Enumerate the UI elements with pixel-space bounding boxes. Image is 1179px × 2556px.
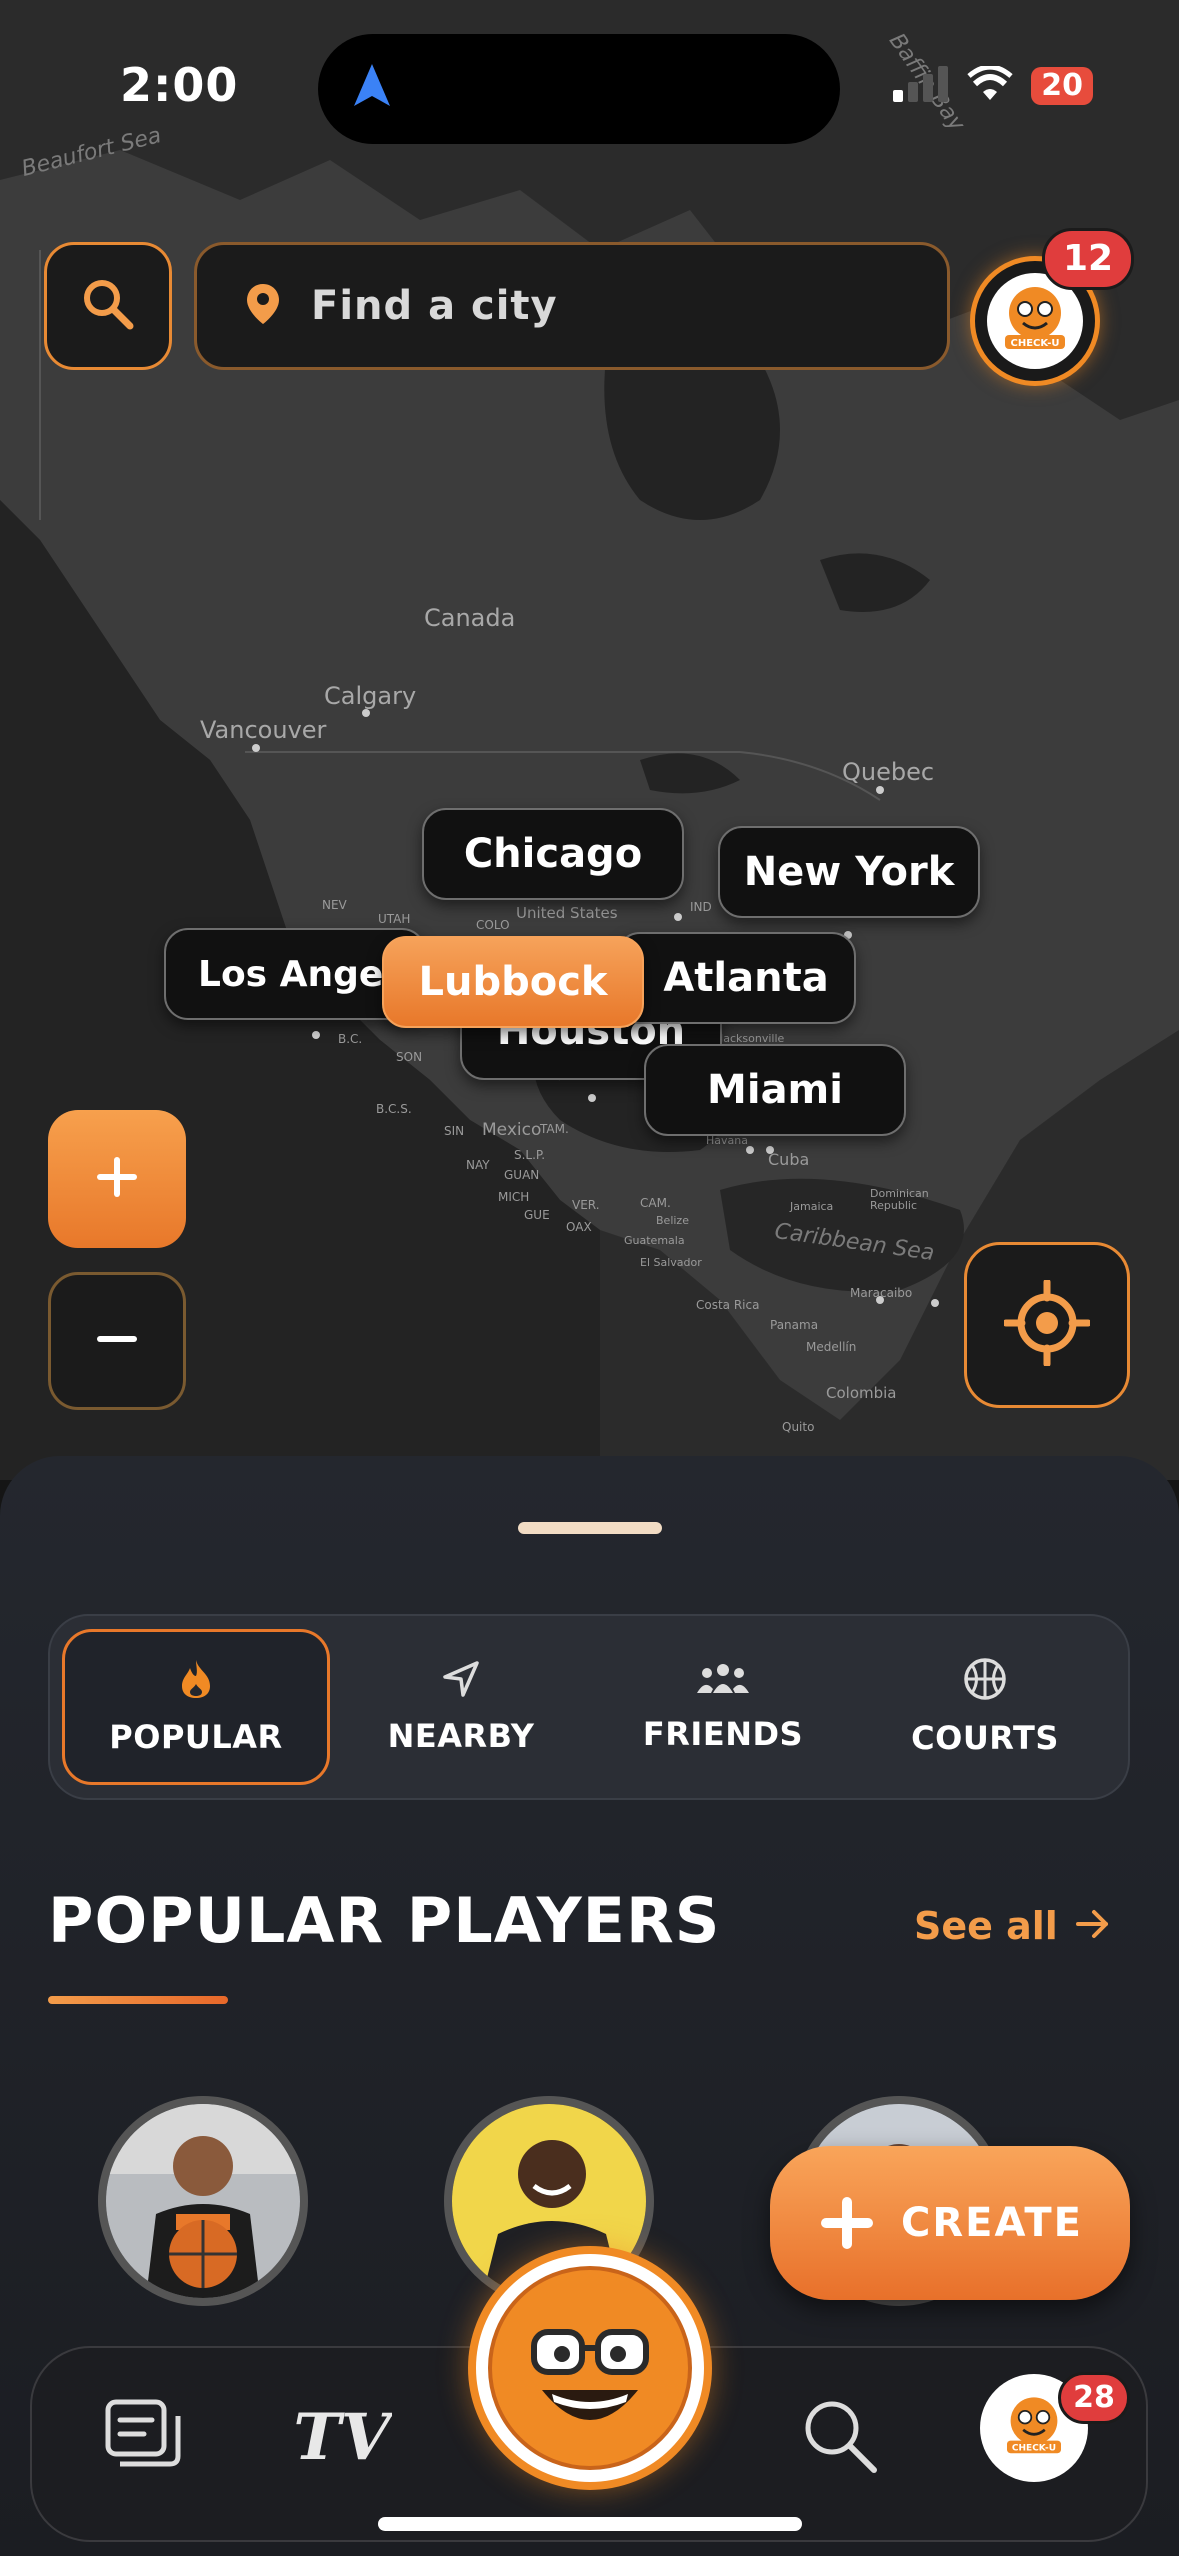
map-label-elsalvador: El Salvador bbox=[640, 1256, 702, 1269]
minus-icon bbox=[93, 1315, 141, 1367]
map-label-bc: B.C. bbox=[338, 1032, 363, 1046]
tab-courts-label: COURTS bbox=[911, 1719, 1059, 1757]
cellular-signal-icon bbox=[893, 66, 949, 106]
tab-feed[interactable] bbox=[84, 2378, 204, 2498]
city-pill-miami[interactable]: Miami bbox=[644, 1044, 906, 1136]
category-tabs: POPULAR NEARBY FRIENDS COURTS bbox=[48, 1614, 1130, 1800]
city-pill-chicago[interactable]: Chicago bbox=[422, 808, 684, 900]
tab-search[interactable] bbox=[780, 2378, 900, 2498]
map-label-medellin: Medellín bbox=[806, 1340, 857, 1354]
home-indicator bbox=[378, 2517, 802, 2531]
location-pin-icon bbox=[245, 282, 281, 330]
map-label-canada: Canada bbox=[424, 604, 516, 632]
map-label-colombia: Colombia bbox=[826, 1384, 897, 1402]
map-label-son: SON bbox=[396, 1050, 423, 1064]
map-label-colo: COLO bbox=[476, 918, 510, 932]
tab-popular-label: POPULAR bbox=[109, 1718, 283, 1756]
map-label-utah: UTAH bbox=[378, 912, 411, 926]
city-pill-new-york[interactable]: New York bbox=[718, 826, 980, 918]
map-label-ind: IND bbox=[690, 900, 712, 914]
status-icons: 20 bbox=[893, 64, 1093, 106]
see-all-link[interactable]: See all bbox=[914, 1904, 1110, 1948]
plus-icon bbox=[93, 1153, 141, 1205]
search-button[interactable] bbox=[44, 242, 172, 370]
map-label-us: United States bbox=[516, 904, 618, 922]
see-all-label: See all bbox=[914, 1904, 1058, 1948]
map-label-nev: NEV bbox=[322, 898, 347, 912]
zoom-out-button[interactable] bbox=[48, 1272, 186, 1410]
city-search-field[interactable]: Find a city bbox=[194, 242, 950, 370]
notification-badge: 12 bbox=[1042, 228, 1134, 290]
battery-indicator: 20 bbox=[1031, 67, 1093, 105]
player-avatar-1[interactable] bbox=[98, 2096, 308, 2306]
dynamic-island bbox=[318, 34, 840, 144]
tab-courts[interactable]: COURTS bbox=[854, 1629, 1116, 1785]
map-label-jamaica: Jamaica bbox=[790, 1200, 834, 1213]
tab-nearby-label: NEARBY bbox=[387, 1717, 535, 1755]
search-icon bbox=[800, 2396, 880, 2480]
map-label-oax: OAX bbox=[566, 1220, 592, 1234]
tab-tv[interactable]: TV bbox=[282, 2378, 402, 2498]
tv-icon: TV bbox=[292, 2399, 397, 2477]
map-label-mich: MICH bbox=[498, 1190, 530, 1204]
map-label-quebec: Quebec bbox=[842, 758, 935, 786]
city-pill-lubbock[interactable]: Lubbock bbox=[382, 936, 644, 1028]
map-label-calgary: Calgary bbox=[324, 682, 417, 710]
svg-text:CHECK-U: CHECK-U bbox=[1012, 2444, 1056, 2454]
locate-me-button[interactable] bbox=[964, 1242, 1130, 1408]
map-label-ver: VER. bbox=[572, 1198, 600, 1212]
wifi-icon bbox=[967, 64, 1013, 106]
status-time: 2:00 bbox=[120, 58, 239, 112]
tab-friends[interactable]: FRIENDS bbox=[592, 1629, 854, 1785]
basketball-icon bbox=[963, 1657, 1007, 1705]
map-label-slp: S.L.P. bbox=[514, 1148, 546, 1162]
group-icon bbox=[695, 1661, 751, 1701]
map-label-panama: Panama bbox=[770, 1318, 819, 1332]
section-title-underline bbox=[48, 1996, 228, 2004]
mascot-icon bbox=[488, 2266, 692, 2470]
tab-nearby[interactable]: NEARBY bbox=[330, 1629, 592, 1785]
map-label-gue: GUE bbox=[524, 1208, 550, 1222]
map-label-maracaibo: Maracaibo bbox=[850, 1286, 913, 1300]
flame-icon bbox=[178, 1658, 214, 1704]
zoom-in-button[interactable] bbox=[48, 1110, 186, 1248]
city-search-placeholder: Find a city bbox=[311, 283, 558, 329]
map-label-guatemala: Guatemala bbox=[624, 1234, 685, 1247]
city-pill-atlanta[interactable]: Atlanta bbox=[616, 932, 856, 1024]
map-label-cam: CAM. bbox=[640, 1196, 671, 1210]
navigation-arrow-icon bbox=[441, 1659, 481, 1703]
search-icon bbox=[80, 276, 136, 336]
tab-popular[interactable]: POPULAR bbox=[62, 1629, 330, 1785]
player-photo bbox=[106, 2104, 300, 2298]
map-label-nay: NAY bbox=[466, 1158, 490, 1172]
map-label-dominican: Dominican Republic bbox=[870, 1187, 929, 1212]
sheet-grabber[interactable] bbox=[518, 1522, 662, 1534]
map-label-cuba: Cuba bbox=[768, 1150, 810, 1169]
profile-notification-badge: 28 bbox=[1058, 2372, 1130, 2424]
map-label-quito: Quito bbox=[782, 1420, 815, 1434]
map-label-guan: GUAN bbox=[504, 1168, 540, 1182]
feed-icon bbox=[104, 2398, 184, 2478]
plus-icon bbox=[817, 2193, 877, 2253]
arrow-right-icon bbox=[1075, 1904, 1110, 1948]
tab-friends-label: FRIENDS bbox=[642, 1715, 804, 1753]
svg-text:CHECK-U: CHECK-U bbox=[1010, 338, 1059, 349]
location-arrow-icon bbox=[350, 62, 394, 114]
map-label-vancouver: Vancouver bbox=[200, 716, 327, 744]
create-button-label: CREATE bbox=[901, 2200, 1083, 2246]
map-label-mexico: Mexico bbox=[482, 1120, 542, 1140]
section-title: POPULAR PLAYERS bbox=[48, 1884, 721, 1957]
map-label-sin: SIN bbox=[444, 1124, 465, 1138]
center-mascot-button[interactable] bbox=[468, 2246, 712, 2490]
create-button[interactable]: CREATE bbox=[770, 2146, 1130, 2300]
map-label-bcs: B.C.S. bbox=[376, 1102, 412, 1116]
map-label-tam: TAM. bbox=[540, 1122, 569, 1136]
crosshair-icon bbox=[1002, 1278, 1092, 1370]
map-label-costarica: Costa Rica bbox=[696, 1298, 760, 1312]
svg-text:TV: TV bbox=[293, 2400, 392, 2473]
map-label-belize: Belize bbox=[656, 1214, 689, 1227]
